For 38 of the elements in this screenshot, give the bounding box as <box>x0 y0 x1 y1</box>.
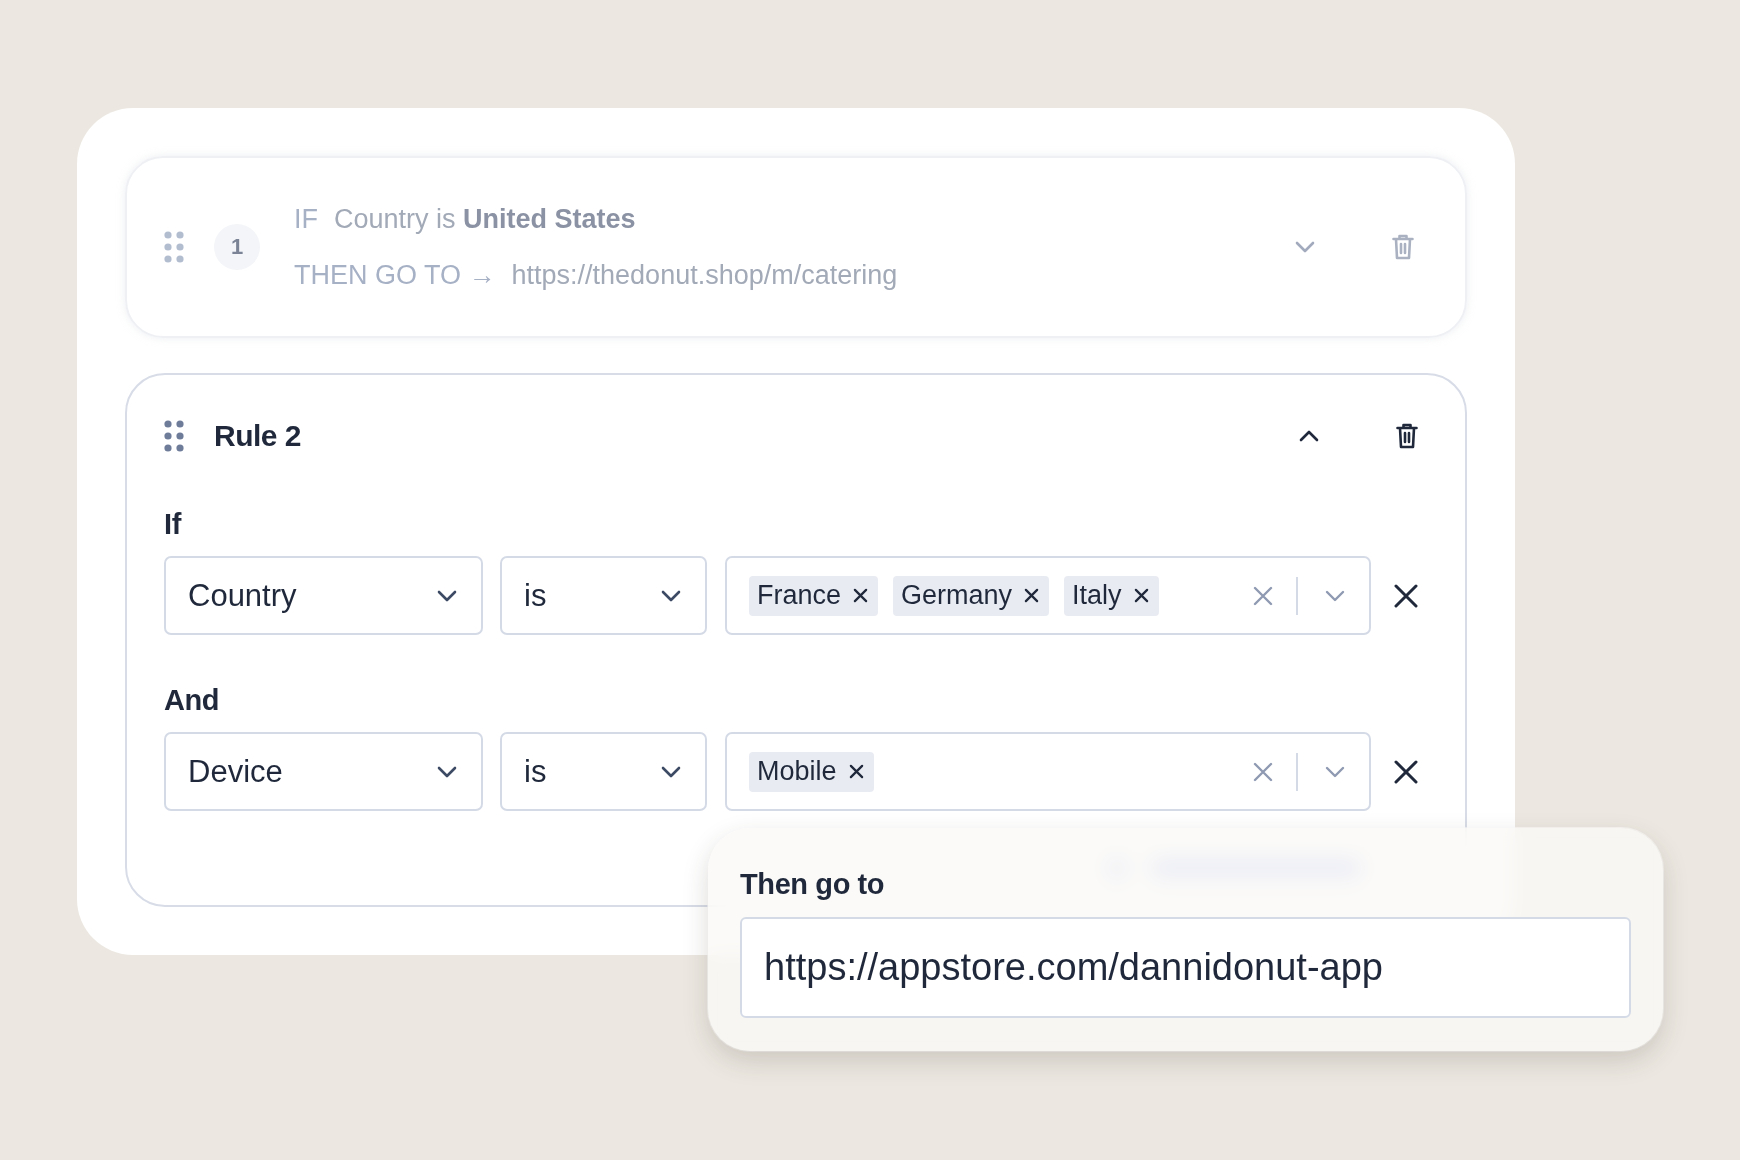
chevron-down-icon <box>661 589 681 602</box>
close-icon[interactable] <box>1394 759 1418 784</box>
chevron-down-icon[interactable] <box>1325 589 1345 602</box>
clear-icon[interactable] <box>1253 761 1273 782</box>
operator-select[interactable]: is <box>500 556 707 635</box>
remove-icon[interactable] <box>853 588 869 603</box>
chevron-up-icon[interactable] <box>1299 430 1319 442</box>
field-select[interactable]: Device <box>164 732 483 811</box>
url-input[interactable]: https://appstore.com/dannidonut-app <box>740 917 1631 1018</box>
tag-label: Germany <box>901 580 1013 611</box>
drag-handle-icon[interactable] <box>164 420 184 452</box>
chevron-down-icon <box>437 589 457 602</box>
remove-icon[interactable] <box>1133 588 1149 603</box>
values-field[interactable]: Mobile <box>725 732 1371 811</box>
action-keyword: THEN GO TO → <box>294 259 496 292</box>
rule-number-badge: 1 <box>214 224 260 270</box>
chevron-down-icon <box>661 765 681 778</box>
condition-summary: Country is United States <box>334 203 636 236</box>
condition-label: If <box>164 508 181 540</box>
field-select[interactable]: Country <box>164 556 483 635</box>
rule-title: Rule 2 <box>214 419 302 453</box>
tag-label: France <box>757 580 842 611</box>
remove-icon[interactable] <box>1024 588 1040 603</box>
trash-icon[interactable] <box>1396 423 1418 449</box>
clear-icon[interactable] <box>1253 585 1273 606</box>
values-field[interactable]: France Germany Italy <box>725 556 1371 635</box>
tag-label: Italy <box>1072 580 1122 611</box>
condition-label: And <box>164 684 220 716</box>
tag-label: Mobile <box>757 756 837 787</box>
close-icon[interactable] <box>1394 583 1418 608</box>
field-label: Then go to <box>740 868 885 900</box>
drag-handle-icon[interactable] <box>164 231 184 263</box>
chevron-down-icon <box>437 765 457 778</box>
condition-keyword: IF <box>294 203 318 236</box>
remove-icon[interactable] <box>848 764 864 779</box>
operator-select[interactable]: is <box>500 732 707 811</box>
chevron-down-icon[interactable] <box>1325 765 1345 778</box>
destination-url: https://thedonut.shop/m/catering <box>511 259 898 292</box>
